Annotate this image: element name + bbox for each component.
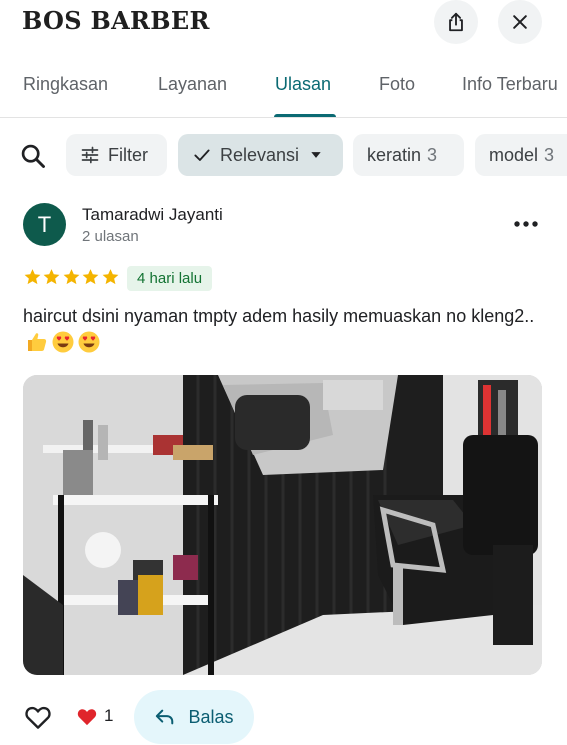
close-button[interactable]	[498, 0, 542, 44]
tab-ulasan[interactable]: Ulasan	[275, 74, 331, 95]
star-icon	[24, 269, 41, 285]
check-icon	[194, 149, 210, 161]
filter-chip[interactable]: Filter	[66, 134, 167, 176]
reply-arrow-icon	[156, 709, 174, 725]
review-text-body: haircut dsini nyaman tmpty adem hasily m…	[23, 306, 535, 326]
star-icon	[43, 269, 60, 285]
share-icon	[449, 12, 463, 32]
filter-chip-label: Filter	[108, 144, 148, 165]
tab-layanan[interactable]: Layanan	[158, 74, 227, 95]
reply-button[interactable]: Balas	[134, 690, 254, 744]
star-icon	[82, 269, 99, 285]
more-vert-dots-icon	[514, 221, 538, 227]
thumbs-up-emoji-icon	[28, 333, 47, 351]
tab-ringkasan[interactable]: Ringkasan	[23, 74, 108, 95]
review-text: haircut dsini nyaman tmpty adem hasily m…	[23, 303, 543, 358]
topic-chip-keratin[interactable]: keratin 3	[353, 134, 464, 176]
reaction-count-value: 1	[104, 706, 114, 725]
header: BOS BARBER	[0, 0, 567, 46]
heart-eyes-emoji-icon	[78, 331, 100, 353]
tab-bar: Ringkasan Layanan Ulasan Foto Info Terba…	[0, 62, 567, 118]
star-icon	[63, 269, 80, 285]
reviewer-name[interactable]: Tamaradwi Jayanti	[82, 205, 223, 225]
heart-eyes-emoji-icon	[52, 331, 74, 353]
like-heart-outline-icon[interactable]	[22, 702, 54, 732]
search-icon[interactable]	[19, 142, 47, 170]
tab-info-terbaru[interactable]: Info Terbaru	[462, 74, 558, 95]
reviewer-avatar[interactable]: T	[23, 203, 66, 246]
red-heart-icon	[77, 709, 97, 726]
star-rating	[23, 267, 120, 289]
reply-button-label: Balas	[188, 706, 234, 727]
topic-chip-count: 3	[427, 144, 438, 165]
sort-relevansi-chip[interactable]: Relevansi	[178, 134, 343, 176]
reviewer-review-count: 2 ulasan	[82, 228, 139, 245]
more-options-button[interactable]	[508, 212, 544, 236]
star-icon	[102, 269, 118, 285]
filter-row: Filter Relevansi keratin 3 model 3	[0, 134, 567, 178]
tab-foto[interactable]: Foto	[379, 74, 415, 95]
share-button[interactable]	[434, 0, 478, 44]
review-photo[interactable]	[23, 375, 542, 675]
review-actions: 1 Balas	[0, 690, 567, 745]
dropdown-arrow-icon	[311, 152, 321, 158]
sort-chip-label: Relevansi	[220, 144, 300, 165]
close-icon	[513, 15, 527, 29]
place-title: BOS BARBER	[22, 6, 210, 35]
active-tab-indicator	[274, 114, 336, 117]
reaction-count[interactable]: 1	[76, 706, 113, 726]
topic-chip-label: model	[489, 144, 539, 165]
topic-chip-label: keratin	[367, 144, 422, 165]
sliders-icon	[81, 146, 99, 164]
topic-chip-model[interactable]: model 3	[475, 134, 567, 176]
barbershop-photo-image	[23, 375, 542, 675]
topic-chip-count: 3	[544, 144, 555, 165]
review-date-badge: 4 hari lalu	[127, 266, 213, 291]
